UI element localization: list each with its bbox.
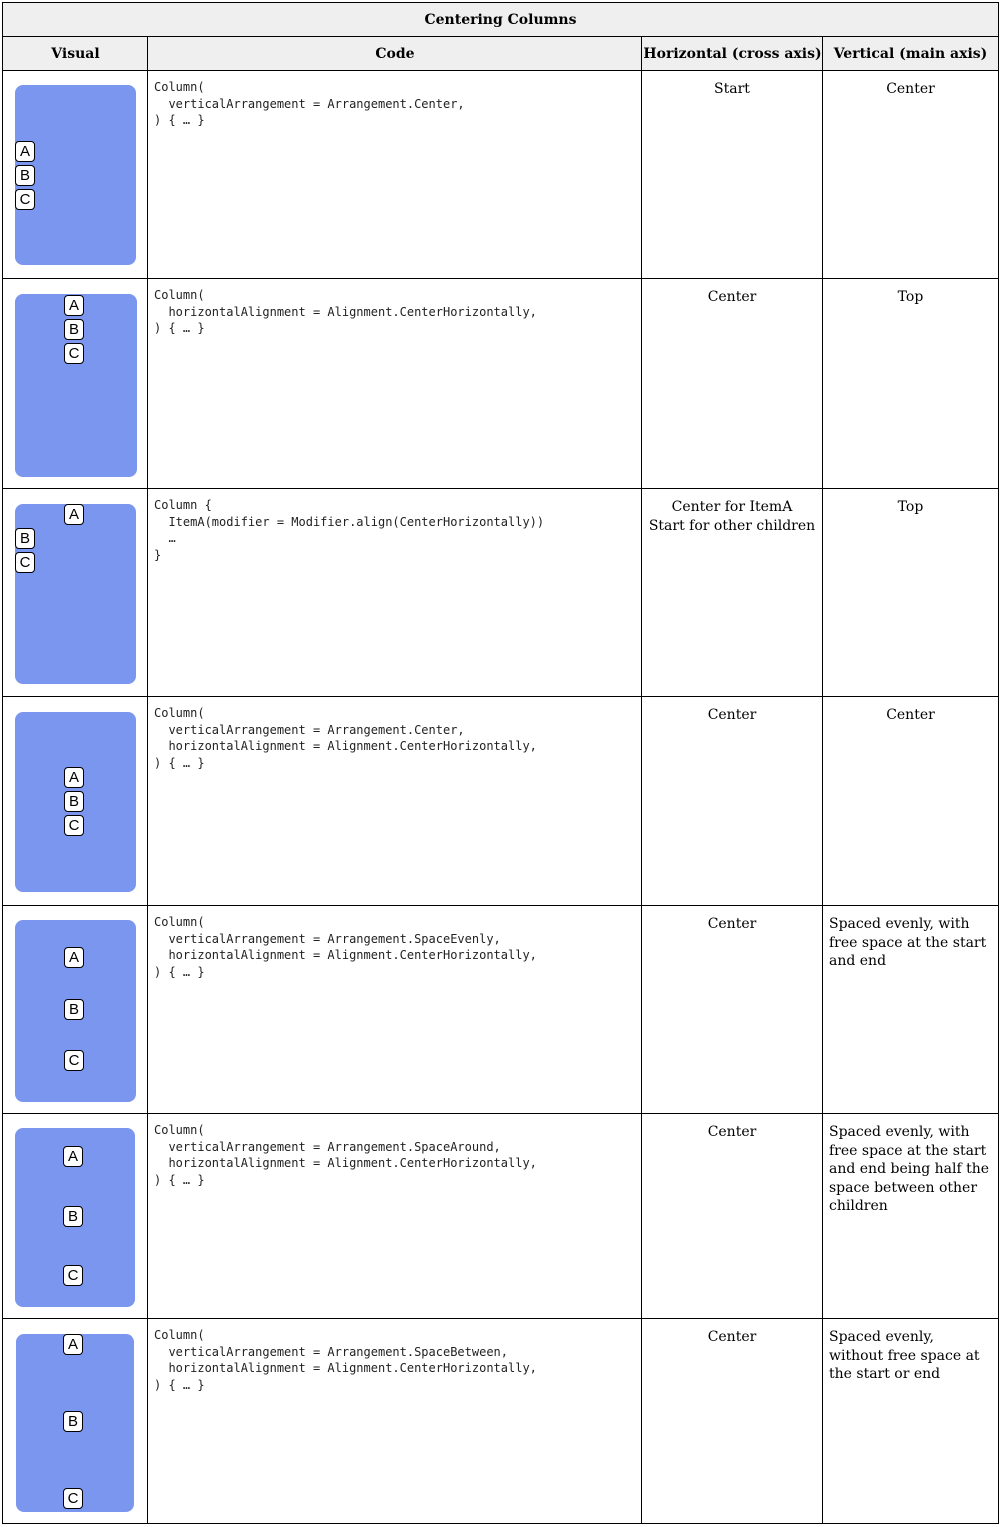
item-b: B xyxy=(63,1411,83,1432)
vertical-arrangement-text: Top xyxy=(897,499,924,515)
centering-columns-table: Centering Columns Visual Code Horizontal… xyxy=(2,2,999,1524)
item-c: C xyxy=(64,343,84,364)
item-a: A xyxy=(64,504,84,525)
item-b: B xyxy=(15,528,35,549)
code-snippet: Column( verticalArrangement = Arrangemen… xyxy=(154,80,465,127)
horizontal-alignment-text: Start xyxy=(714,81,750,97)
item-c: C xyxy=(15,552,35,573)
vertical-arrangement-text: Spaced evenly, with free space at the st… xyxy=(829,1124,990,1214)
item-a: A xyxy=(15,141,35,162)
item-a: A xyxy=(63,1334,83,1355)
item-b: B xyxy=(64,999,84,1020)
table-title: Centering Columns xyxy=(3,3,998,37)
code-snippet: Column( verticalArrangement = Arrangemen… xyxy=(154,1328,537,1392)
item-b: B xyxy=(15,165,35,186)
code-snippet: Column( horizontalAlignment = Alignment.… xyxy=(154,288,537,335)
code-snippet: Column { ItemA(modifier = Modifier.align… xyxy=(154,498,545,562)
item-a: A xyxy=(64,295,84,316)
item-b: B xyxy=(64,319,84,340)
header-visual: Visual xyxy=(3,37,148,71)
item-b: B xyxy=(64,791,84,812)
item-a: A xyxy=(64,767,84,788)
item-c: C xyxy=(64,1050,84,1071)
horizontal-alignment-text: Center for ItemA Start for other childre… xyxy=(648,499,816,534)
item-c: C xyxy=(63,1488,83,1509)
item-c: C xyxy=(63,1265,83,1286)
code-snippet: Column( verticalArrangement = Arrangemen… xyxy=(154,706,537,770)
item-b: B xyxy=(63,1206,83,1227)
horizontal-alignment-text: Center xyxy=(707,707,757,723)
item-a: A xyxy=(63,1146,83,1167)
header-vertical: Vertical (main axis) xyxy=(823,37,998,71)
vertical-arrangement-text: Spaced evenly, with free space at the st… xyxy=(829,916,987,969)
vertical-arrangement-text: Top xyxy=(897,289,924,305)
header-horizontal: Horizontal (cross axis) xyxy=(642,37,823,71)
code-snippet: Column( verticalArrangement = Arrangemen… xyxy=(154,915,537,979)
horizontal-alignment-text: Center xyxy=(707,916,757,932)
item-c: C xyxy=(15,189,35,210)
horizontal-alignment-text: Center xyxy=(707,1124,757,1140)
header-code: Code xyxy=(148,37,642,71)
horizontal-alignment-text: Center xyxy=(707,289,757,305)
horizontal-alignment-text: Center xyxy=(707,1329,757,1345)
vertical-arrangement-text: Center xyxy=(886,81,935,97)
vertical-arrangement-text: Center xyxy=(886,707,935,723)
code-snippet: Column( verticalArrangement = Arrangemen… xyxy=(154,1123,537,1187)
vertical-arrangement-text: Spaced evenly, without free space at the… xyxy=(829,1329,980,1382)
item-c: C xyxy=(64,815,84,836)
item-a: A xyxy=(64,947,84,968)
